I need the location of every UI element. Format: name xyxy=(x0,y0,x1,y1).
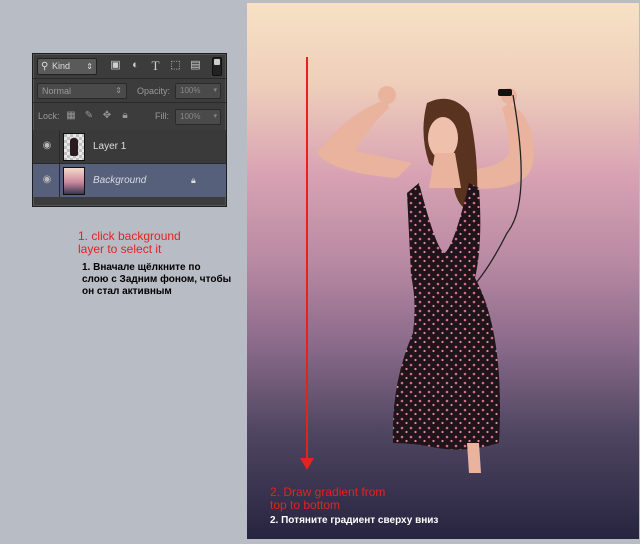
divider xyxy=(59,130,60,163)
eye-icon[interactable]: ◉ xyxy=(41,175,53,185)
fill-field[interactable]: 100% ▾ xyxy=(175,109,221,125)
updown-arrows-icon: ⇕ xyxy=(86,62,93,71)
shape-filter-icon[interactable]: ⬚ xyxy=(169,59,182,72)
updown-arrows-icon: ⇕ xyxy=(115,86,122,95)
step2-russian-note: 2. Потяните градиент сверху вниз xyxy=(270,515,439,526)
dress xyxy=(392,183,500,450)
divider xyxy=(33,102,226,103)
chevron-down-icon: ▾ xyxy=(213,113,217,120)
mp3-player xyxy=(498,89,512,96)
face xyxy=(428,117,458,159)
fill-value: 100% xyxy=(180,112,201,121)
image-filter-icon[interactable]: ▣ xyxy=(109,59,122,72)
figure-icon xyxy=(70,138,78,156)
filter-kind-select[interactable]: ⚲ Kind ⇕ xyxy=(37,58,97,75)
layers-panel: ⚲ Kind ⇕ ▣ ◐ T ⬚ ▤ Normal ⇕ Opacity: 100… xyxy=(32,53,227,207)
lock-position-icon[interactable]: ✥ xyxy=(101,110,113,122)
lock-row: Lock: ▦ ✎ ✥ 🔒︎ Fill: 100% ▾ xyxy=(33,104,226,128)
opacity-field[interactable]: 100% ▾ xyxy=(175,83,221,99)
lock-icon: 🔒︎ xyxy=(191,175,196,185)
left-hand xyxy=(378,86,396,104)
leg xyxy=(467,443,481,473)
layer-row-background[interactable]: ◉ Background 🔒︎ xyxy=(33,164,226,197)
type-filter-icon[interactable]: T xyxy=(149,59,162,72)
filter-row: ⚲ Kind ⇕ ▣ ◐ T ⬚ ▤ xyxy=(33,54,226,78)
note-line: layer to select it xyxy=(78,242,162,256)
layer-thumbnail xyxy=(63,167,85,195)
filter-toggle[interactable] xyxy=(212,57,222,76)
opacity-value: 100% xyxy=(180,86,201,95)
blend-mode-value: Normal xyxy=(42,86,72,96)
chevron-down-icon: ▾ xyxy=(213,87,217,94)
layer-thumbnail xyxy=(63,133,85,161)
eye-icon[interactable]: ◉ xyxy=(41,141,53,151)
step2-english-note: 2. Draw gradient from top to bottom xyxy=(270,486,385,512)
note-line: он стал активным xyxy=(82,286,172,297)
adjustment-filter-icon[interactable]: ◐ xyxy=(129,59,142,72)
blend-mode-select[interactable]: Normal ⇕ xyxy=(37,83,127,99)
fill-label: Fill: xyxy=(155,111,169,121)
note-line: слою с Задним фоном, чтобы xyxy=(82,274,232,285)
step1-english-note: 1. click background layer to select it xyxy=(78,230,181,256)
smart-object-filter-icon[interactable]: ▤ xyxy=(189,59,202,72)
opacity-label: Opacity: xyxy=(137,86,171,96)
search-icon: ⚲ xyxy=(41,61,49,72)
left-arm xyxy=(317,99,412,178)
layer-name[interactable]: Background xyxy=(93,175,146,186)
divider xyxy=(59,164,60,197)
divider xyxy=(33,78,226,79)
layer-name[interactable]: Layer 1 xyxy=(93,141,126,152)
lock-all-icon[interactable]: 🔒︎ xyxy=(119,110,131,122)
layer-row-layer-1[interactable]: ◉ Layer 1 xyxy=(33,130,226,164)
note-line: top to bottom xyxy=(270,498,341,512)
step1-russian-note: 1. Вначале щёлкните по слою с Задним фон… xyxy=(82,262,231,298)
lock-pixels-icon[interactable]: ✎ xyxy=(83,110,95,122)
lock-label: Lock: xyxy=(38,111,60,121)
filter-kind-label: Kind xyxy=(52,61,71,71)
lock-transparent-icon[interactable]: ▦ xyxy=(65,110,77,122)
note-line: 1. Вначале щёлкните по xyxy=(82,262,201,273)
blend-row: Normal ⇕ Opacity: 100% ▾ xyxy=(33,80,226,102)
arrow-down-icon xyxy=(300,458,314,470)
gradient-direction-arrow xyxy=(306,57,308,459)
